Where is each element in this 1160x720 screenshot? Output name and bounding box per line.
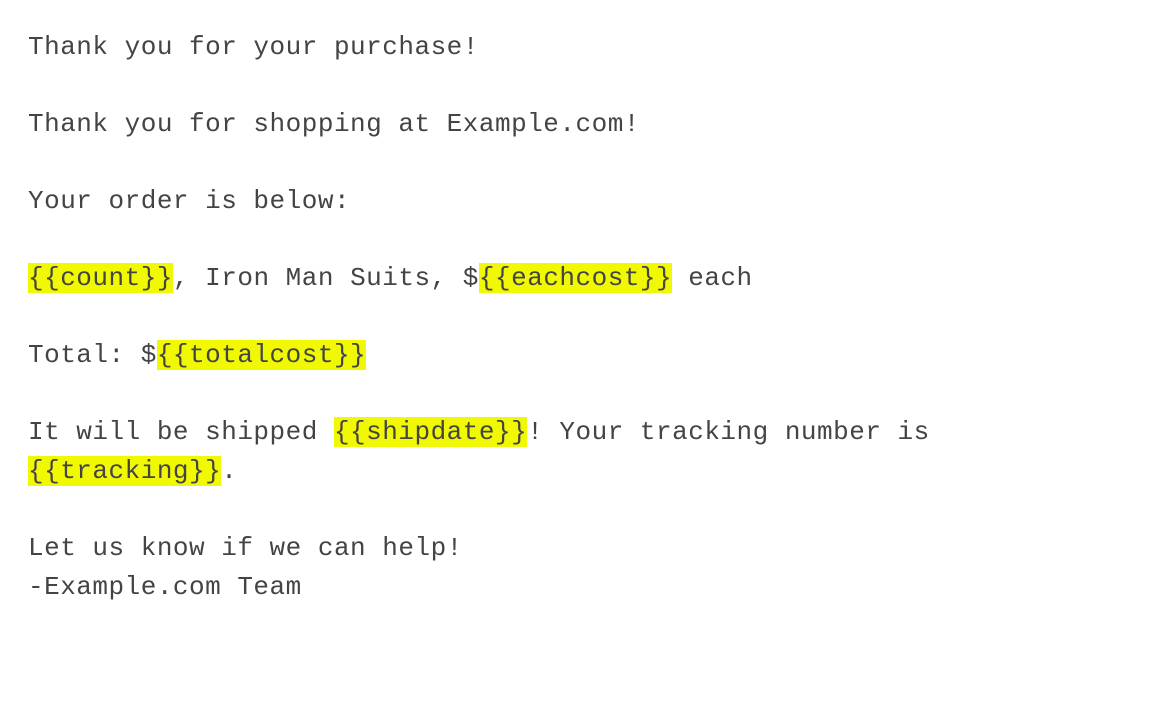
greeting-line: Thank you for shopping at Example.com! xyxy=(28,105,1132,144)
total-line: Total: ${{totalcost}} xyxy=(28,336,1132,375)
order-intro-text: Your order is below: xyxy=(28,186,350,216)
shipdate-placeholder: {{shipdate}} xyxy=(334,417,527,447)
totalcost-placeholder: {{totalcost}} xyxy=(157,340,366,370)
line-item-sep2: , $ xyxy=(431,263,479,293)
shipping-suffix: . xyxy=(221,456,237,486)
shipping-line: It will be shipped {{shipdate}}! Your tr… xyxy=(28,413,1132,491)
eachcost-placeholder: {{eachcost}} xyxy=(479,263,672,293)
line-item: {{count}}, Iron Man Suits, ${{eachcost}}… xyxy=(28,259,1132,298)
product-name: Iron Man Suits xyxy=(205,263,430,293)
closing-line-1: Let us know if we can help! xyxy=(28,529,1132,568)
each-suffix: each xyxy=(672,263,753,293)
count-placeholder: {{count}} xyxy=(28,263,173,293)
tracking-placeholder: {{tracking}} xyxy=(28,456,221,486)
line-item-sep1: , xyxy=(173,263,205,293)
order-intro-line: Your order is below: xyxy=(28,182,1132,221)
closing-line-2: -Example.com Team xyxy=(28,568,1132,607)
shipping-mid: ! Your tracking number is xyxy=(527,417,930,447)
shipping-prefix: It will be shipped xyxy=(28,417,334,447)
total-prefix: Total: $ xyxy=(28,340,157,370)
closing-text-2: -Example.com Team xyxy=(28,572,302,602)
closing-text-1: Let us know if we can help! xyxy=(28,533,463,563)
heading-text: Thank you for your purchase! xyxy=(28,32,479,62)
heading-line: Thank you for your purchase! xyxy=(28,28,1132,67)
greeting-text: Thank you for shopping at Example.com! xyxy=(28,109,640,139)
